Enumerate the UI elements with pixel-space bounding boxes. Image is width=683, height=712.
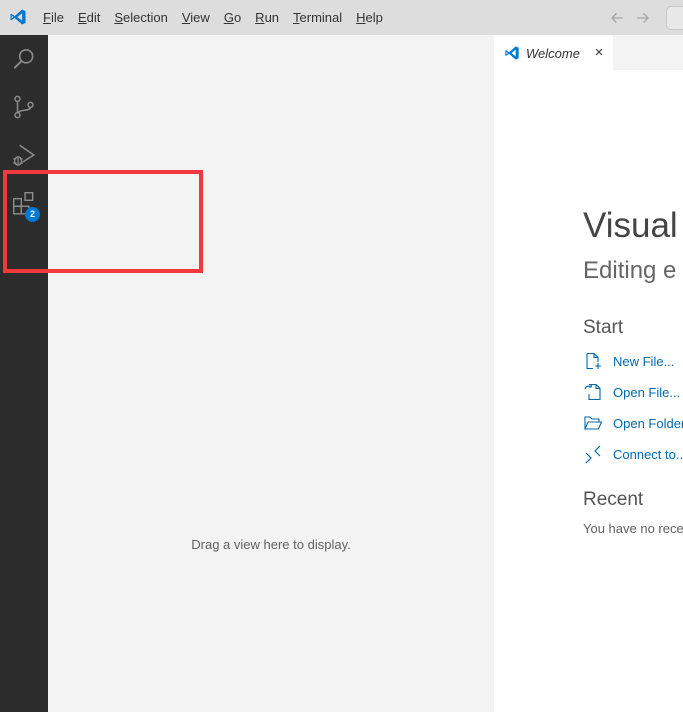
highlight-box <box>3 170 203 273</box>
start-heading: Start <box>583 317 624 338</box>
close-icon[interactable]: × <box>591 45 607 61</box>
run-debug-icon <box>13 144 36 166</box>
menu-file[interactable]: File <box>36 0 71 35</box>
menu-view-rest: iew <box>190 10 210 25</box>
tab-bar: Welcome × <box>494 35 683 70</box>
vscode-logo-icon <box>10 9 26 25</box>
connect-to-link[interactable]: Connect to... <box>583 444 683 464</box>
tab-label: Welcome <box>526 46 580 61</box>
activity-search[interactable] <box>0 35 48 83</box>
open-file-icon <box>584 383 601 401</box>
menu-edit-rest: dit <box>86 10 101 25</box>
open-folder-icon <box>584 416 603 430</box>
activity-source-control[interactable] <box>0 83 48 131</box>
welcome-subtitle: Editing e <box>583 257 677 284</box>
menu-selection-rest: election <box>123 10 168 25</box>
recent-heading: Recent <box>583 489 644 510</box>
navigation-arrows <box>608 9 652 27</box>
menu-run-rest: un <box>264 10 280 25</box>
new-file-icon <box>586 352 601 370</box>
remote-connect-icon <box>585 445 601 464</box>
sidebar: Drag a view here to display. <box>48 35 494 712</box>
menu-go-rest: o <box>233 10 242 25</box>
menu-terminal[interactable]: Terminal <box>286 0 349 35</box>
open-file-link[interactable]: Open File... <box>583 382 680 402</box>
back-arrow-icon[interactable] <box>608 9 626 27</box>
sidebar-empty-hint: Drag a view here to display. <box>191 537 351 552</box>
menu-view[interactable]: View <box>175 0 217 35</box>
editor-area: Welcome × Visual Editing e Start New Fil… <box>494 35 683 712</box>
menu-selection[interactable]: Selection <box>107 0 174 35</box>
menu-terminal-rest: erminal <box>299 10 343 25</box>
recent-empty-text: You have no recen <box>583 521 683 536</box>
menu-edit[interactable]: Edit <box>71 0 107 35</box>
activity-bar: 2 <box>0 35 48 712</box>
welcome-title: Visual <box>583 206 678 245</box>
menu-file-rest: ile <box>50 10 64 25</box>
menu-go[interactable]: Go <box>217 0 248 35</box>
new-file-link[interactable]: New File... <box>583 351 674 371</box>
search-icon <box>13 48 34 69</box>
menu-help[interactable]: Help <box>349 0 390 35</box>
tab-welcome[interactable]: Welcome × <box>494 35 613 70</box>
menu-bar: File Edit Selection View Go Run Terminal… <box>36 0 390 35</box>
open-folder-label: Open Folder <box>613 415 683 431</box>
vscode-logo-icon <box>505 46 519 60</box>
connect-to-label: Connect to... <box>613 446 683 462</box>
command-center[interactable] <box>666 6 683 30</box>
new-file-label: New File... <box>613 353 675 369</box>
menu-run[interactable]: Run <box>248 0 286 35</box>
forward-arrow-icon[interactable] <box>634 9 652 27</box>
menu-help-rest: elp <box>365 10 383 25</box>
open-file-label: Open File... <box>613 384 681 400</box>
title-bar: File Edit Selection View Go Run Terminal… <box>0 0 683 35</box>
source-control-icon <box>14 95 34 119</box>
open-folder-link[interactable]: Open Folder <box>583 413 683 433</box>
